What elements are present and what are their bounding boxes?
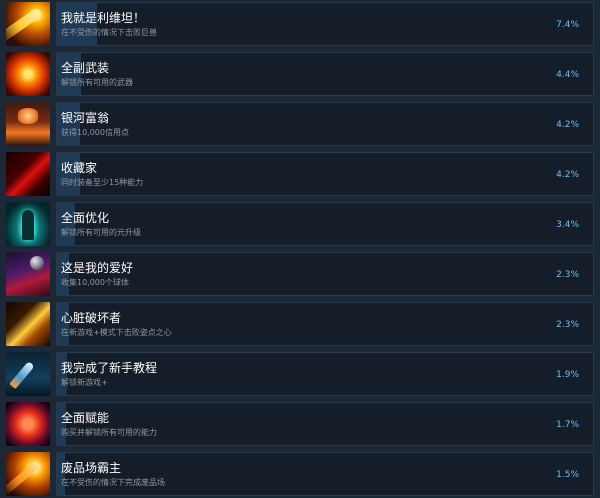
achievement-description: 在新游戏+模式下击败姿点之心 [61, 328, 172, 337]
achievement-title: 我就是利维坦！ [61, 11, 146, 25]
achievement-description: 获得10,000信用点 [61, 128, 129, 137]
unlock-percentage: 4.2% [556, 120, 579, 130]
achievement-description: 同时装备至少15种能力 [61, 178, 144, 187]
achievement-row[interactable]: 我就是利维坦！ 在不受伤的情况下击败巨兽 7.4% [6, 2, 594, 46]
red-cell-icon [6, 402, 50, 446]
achievement-title: 心脏破坏者 [61, 311, 122, 325]
achievement-panel: 全副武装 解锁所有可用的武器 4.4% [56, 52, 594, 96]
unlock-percentage: 4.2% [556, 170, 579, 180]
rocket-icon [6, 352, 50, 396]
achievement-description: 解锁所有可用的元升级 [61, 228, 141, 237]
sun-burst-icon [6, 52, 50, 96]
fire-meteor-icon [6, 452, 50, 496]
achievement-list: 我就是利维坦！ 在不受伤的情况下击败巨兽 7.4% 全副武装 解锁所有可用的武器… [0, 0, 600, 498]
achievement-panel: 我完成了新手教程 解锁新游戏+ 1.9% [56, 352, 594, 396]
achievement-panel: 全面优化 解锁所有可用的元升级 3.4% [56, 202, 594, 246]
achievement-row[interactable]: 银河富翁 获得10,000信用点 4.2% [6, 102, 594, 146]
achievement-row[interactable]: 我完成了新手教程 解锁新游戏+ 1.9% [6, 352, 594, 396]
mushroom-cloud-icon [6, 102, 50, 146]
achievement-description: 解锁所有可用的武器 [61, 78, 133, 87]
unlock-percentage: 3.4% [556, 220, 579, 230]
achievement-title: 银河富翁 [61, 111, 110, 125]
achievement-title: 收藏家 [61, 161, 98, 175]
unlock-percentage: 1.5% [556, 470, 579, 480]
achievement-panel: 收藏家 同时装备至少15种能力 4.2% [56, 152, 594, 196]
achievement-row[interactable]: 全面赋能 购买并解锁所有可用的能力 1.7% [6, 402, 594, 446]
unlock-percentage: 4.4% [556, 70, 579, 80]
achievement-panel: 心脏破坏者 在新游戏+模式下击败姿点之心 2.3% [56, 302, 594, 346]
achievement-title: 我完成了新手教程 [61, 361, 158, 375]
achievement-title: 这是我的爱好 [61, 261, 134, 275]
unlock-percentage: 2.3% [556, 320, 579, 330]
achievement-title: 全面赋能 [61, 411, 110, 425]
achievement-panel: 废品场霸主 在不受伤的情况下完成废品场 1.5% [56, 452, 594, 496]
achievement-row[interactable]: 全面优化 解锁所有可用的元升级 3.4% [6, 202, 594, 246]
achievement-description: 收集10,000个球体 [61, 278, 129, 287]
orb-trail-icon [6, 252, 50, 296]
achievement-row[interactable]: 收藏家 同时装备至少15种能力 4.2% [6, 152, 594, 196]
unlock-percentage: 7.4% [556, 20, 579, 30]
red-laser-icon [6, 152, 50, 196]
achievement-description: 购买并解锁所有可用的能力 [61, 428, 157, 437]
achievement-row[interactable]: 废品场霸主 在不受伤的情况下完成废品场 1.5% [6, 452, 594, 496]
achievement-title: 全面优化 [61, 211, 110, 225]
achievement-row[interactable]: 全副武装 解锁所有可用的武器 4.4% [6, 52, 594, 96]
achievement-title: 废品场霸主 [61, 461, 122, 475]
achievement-description: 在不受伤的情况下击败巨兽 [61, 28, 157, 37]
achievement-panel: 银河富翁 获得10,000信用点 4.2% [56, 102, 594, 146]
achievement-panel: 这是我的爱好 收集10,000个球体 2.3% [56, 252, 594, 296]
achievement-row[interactable]: 这是我的爱好 收集10,000个球体 2.3% [6, 252, 594, 296]
explosion-burst-icon [6, 302, 50, 346]
achievement-title: 全副武装 [61, 61, 110, 75]
glowing-humanoid-icon [6, 202, 50, 246]
unlock-percentage: 1.9% [556, 370, 579, 380]
unlock-percentage: 2.3% [556, 270, 579, 280]
achievement-description: 在不受伤的情况下完成废品场 [61, 478, 165, 487]
achievement-row[interactable]: 心脏破坏者 在新游戏+模式下击败姿点之心 2.3% [6, 302, 594, 346]
unlock-percentage: 1.7% [556, 420, 579, 430]
achievement-panel: 我就是利维坦！ 在不受伤的情况下击败巨兽 7.4% [56, 2, 594, 46]
comet-fire-icon [6, 2, 50, 46]
achievement-description: 解锁新游戏+ [61, 378, 108, 387]
achievement-panel: 全面赋能 购买并解锁所有可用的能力 1.7% [56, 402, 594, 446]
